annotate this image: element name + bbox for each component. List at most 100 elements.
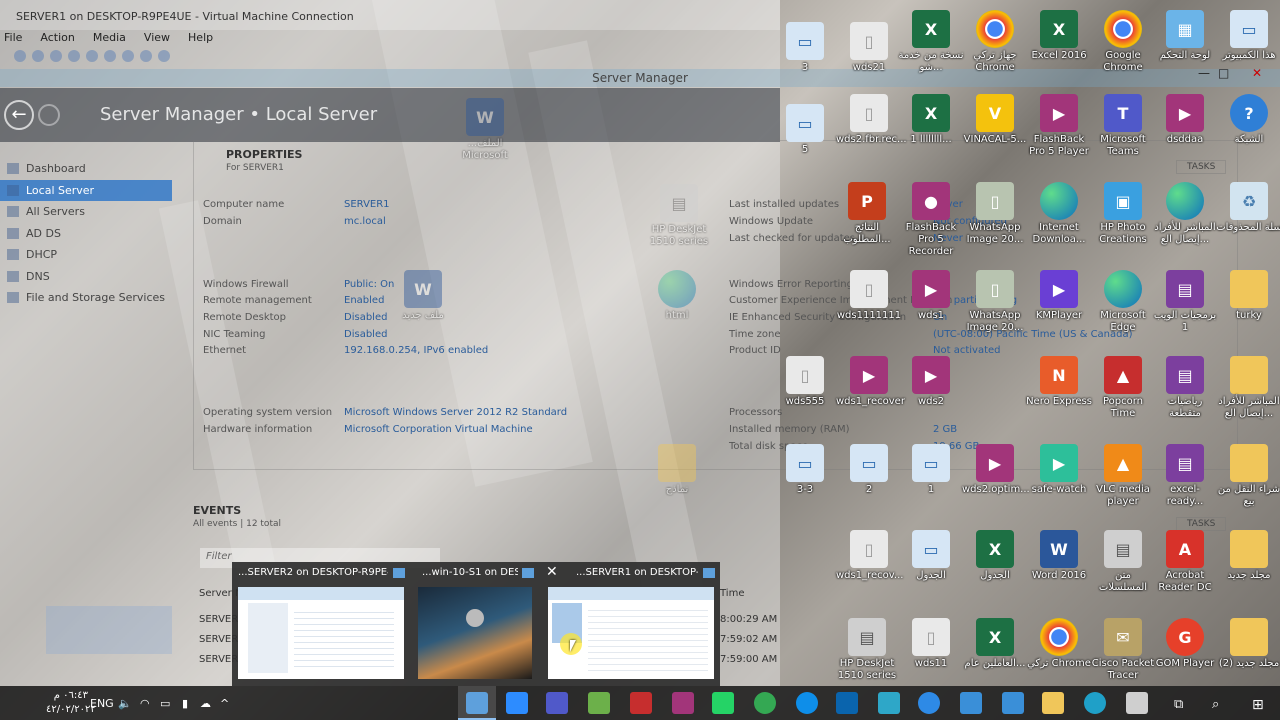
desktop-icon[interactable]: مجلد جديد (2) [1216,618,1280,670]
desktop-icon[interactable]: ▤ متن المسلسلات [1090,530,1156,594]
whatsapp-icon[interactable] [712,692,734,714]
desktop-icon[interactable]: ▭ 5 [772,104,838,156]
desktop-icon[interactable]: ▶ safe-watch [1026,444,1092,496]
sidebar-item-ad-ds[interactable]: AD DS [0,223,172,245]
desktop-icon[interactable]: ▦ لوحة التحكم [1152,10,1218,62]
desktop-icon[interactable]: ▯ WhatsApp Image 20... [962,270,1028,334]
volume-icon[interactable]: 🔈 [118,697,132,710]
vm-menu-help[interactable]: Help [188,31,213,47]
search-icon[interactable]: ⌕ [1212,697,1219,712]
desktop-icon[interactable]: ▯ wds555 [772,356,838,408]
vm-menu-media[interactable]: Media [93,31,126,47]
thumbnail-win10[interactable]: ...win-10-S1 on DESK [412,562,538,686]
minimize-icon[interactable]: — [1198,66,1210,80]
desktop-icon[interactable]: جهاز تركي Chrome [962,10,1028,74]
sidebar-item-local-server[interactable]: Local Server [0,179,172,201]
mic-icon[interactable]: ▮ [182,697,188,710]
sidebar-item-all-servers[interactable]: All Servers [0,201,172,223]
explorer-icon[interactable] [1042,692,1064,714]
flashback-icon[interactable] [672,692,694,714]
pause-icon[interactable] [104,50,116,62]
desktop-icon[interactable]: ▤ HP DeskJet 1510 series [834,618,900,682]
revert-icon[interactable] [158,50,170,62]
thumbnail-server2[interactable]: ...SERVER2 on DESKTOP-R9PE4UE [232,562,410,686]
desktop-icon[interactable]: ▤ رياضيات متقطعة [1152,356,1218,420]
battery-icon[interactable]: ▭ [160,697,170,710]
desktop-icon[interactable]: A Acrobat Reader DC [1152,530,1218,594]
property-value[interactable]: SERVER1 [344,199,390,210]
property-value[interactable]: Disabled [344,329,387,340]
desktop-icon[interactable]: ▶ wds1 [898,270,964,322]
checkpoint-icon[interactable] [140,50,152,62]
desktop-icon[interactable]: Google Chrome [1090,10,1156,74]
task-view-icon[interactable]: ⧉ [1174,697,1183,712]
desktop-icon[interactable]: ▯ WhatsApp Image 20... [962,182,1028,246]
outlook-icon[interactable] [836,692,858,714]
turn-off-icon[interactable] [50,50,62,62]
desktop-icon[interactable]: ✉ Cisco Packet Tracer [1090,618,1156,682]
reset-icon[interactable] [122,50,134,62]
teams-icon[interactable] [546,692,568,714]
desktop-icon[interactable]: W ...الملف Microsoft [452,98,518,162]
save-icon[interactable] [86,50,98,62]
desktop-icon[interactable]: ▤ excel-ready... [1152,444,1218,508]
desktop-icon[interactable]: X 1 llllllll... [898,94,964,146]
property-value[interactable]: Enabled [344,295,384,306]
desktop-icon[interactable]: ▶ wds2 [898,356,964,408]
desktop-icon[interactable]: ♻ سلة المحذوفات [1216,182,1280,234]
desktop-icon[interactable]: ▭ هذا الكمبيوتر [1216,10,1280,62]
wifi-icon[interactable]: ◠ [140,697,150,710]
ctrl-alt-del-icon[interactable] [14,50,26,62]
store-icon[interactable] [1002,692,1024,714]
events-tasks-button[interactable]: TASKS [1176,517,1227,531]
maximize-icon[interactable]: □ [1218,66,1229,80]
desktop-icon[interactable]: X الجدول [962,530,1028,582]
sidebar-item-file-storage[interactable]: File and Storage Services [0,287,172,309]
desktop-icon[interactable]: V VINACAL-5... [962,94,1028,146]
desktop-icon[interactable]: نماذج [644,444,710,496]
desktop-icon[interactable]: X نسخة من خدمة شو... [898,10,964,74]
desktop-icon[interactable]: T Microsoft Teams [1090,94,1156,158]
properties-tasks-button[interactable]: TASKS [1176,160,1227,174]
desktop-icon[interactable]: مجلد جديد [1216,530,1280,582]
desktop-icon[interactable]: ● FlashBack Pro 5 Recorder [898,182,964,258]
back-arrow-icon[interactable]: ← [4,100,34,130]
desktop-icon[interactable]: ▣ HP Photo Creations [1090,182,1156,246]
desktop-icon[interactable]: ▯ wds11 [898,618,964,670]
events-column-time[interactable]: Time [720,588,744,599]
property-value[interactable]: Microsoft Windows Server 2012 R2 Standar… [344,407,567,418]
desktop-icon[interactable]: ▶ wds1_recover [836,356,905,408]
property-value[interactable]: Public: On [344,279,394,290]
sidebar-item-dashboard[interactable]: Dashboard [0,158,172,180]
vm-menu-action[interactable]: Action [40,31,74,47]
desktop-icon[interactable]: Internet Downloa... [1026,182,1092,246]
desktop-icon[interactable]: html [644,270,710,322]
desktop-icon[interactable]: ▯ wds1111111 [836,270,902,322]
desktop-icon[interactable]: ▯ wds21 [836,22,902,74]
vm-menu-view[interactable]: View [144,31,170,47]
desktop-icon[interactable]: ▶ KMPlayer [1026,270,1092,322]
forward-arrow-icon[interactable] [38,104,60,126]
desktop-icon[interactable]: X العاملين عام... [962,618,1028,670]
taskbar-clock[interactable]: ٠٦:٤٣ م ٤٢/٠٢/٢٠٢٢ [46,689,96,717]
sidebar-item-dhcp[interactable]: DHCP [0,244,172,266]
edge-icon[interactable] [1084,692,1106,714]
property-value[interactable]: mc.local [344,216,386,227]
desktop-icon[interactable]: ▲ VLC media player [1090,444,1156,508]
property-value[interactable]: Disabled [344,312,387,323]
azure-icon[interactable] [878,692,900,714]
desktop-icon[interactable]: ▲ Popcorn Time [1090,356,1156,420]
thumbnail-server1[interactable]: ✕ ...SERVER1 on DESKTOP-R9 [542,562,720,686]
desktop-icon[interactable]: X Excel 2016 [1026,10,1092,62]
chevron-up-icon[interactable]: ^ [220,697,229,710]
desktop-icon[interactable]: W ملف جديد [390,270,456,322]
desktop-icon[interactable]: turky [1216,270,1280,322]
vm-menu-file[interactable]: File [4,31,22,47]
sidebar-item-dns[interactable]: DNS [0,266,172,288]
desktop-icon[interactable]: ▤ برمجيات الويب 1 [1152,270,1218,334]
close-icon[interactable]: ✕ [546,564,560,580]
desktop-icon[interactable]: ▯ wds2.fbr.rec... [836,94,907,146]
desktop-icon[interactable]: المباشر للأفراد إيصال الع... [1216,356,1280,420]
ie-icon[interactable] [918,692,940,714]
desktop-icon[interactable]: ▶ dsddaa [1152,94,1218,146]
